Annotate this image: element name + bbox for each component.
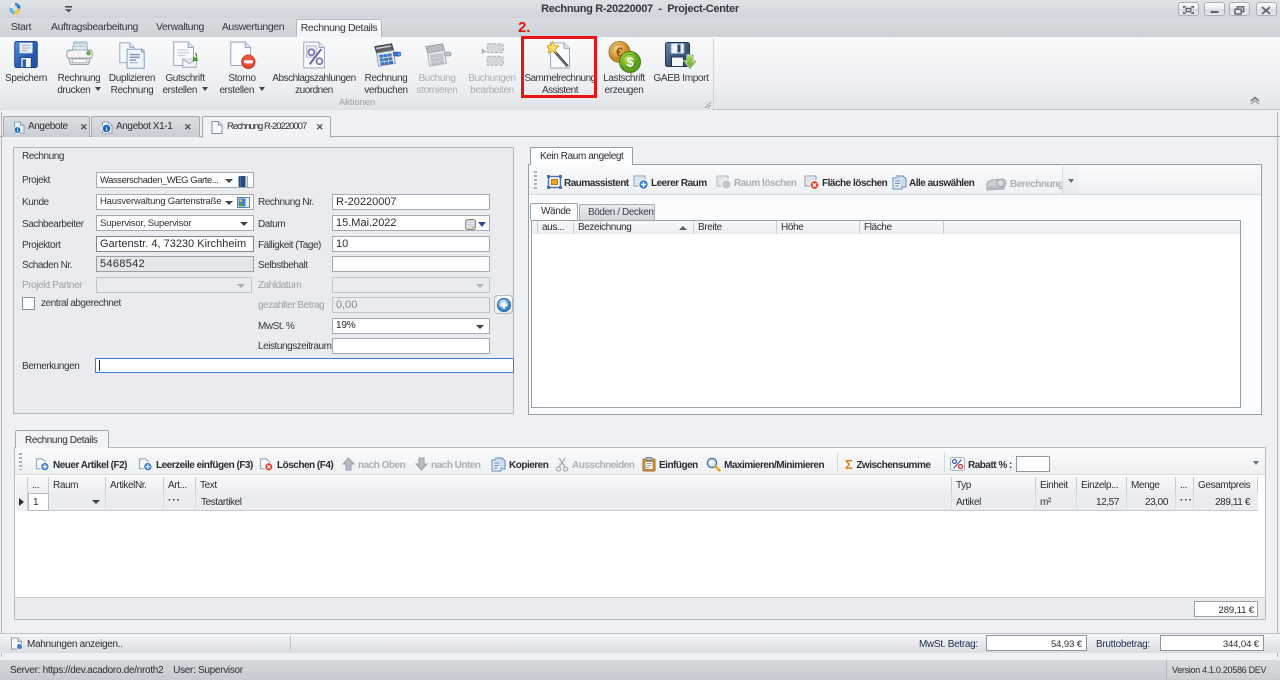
svg-text:$: $ [626, 55, 634, 70]
